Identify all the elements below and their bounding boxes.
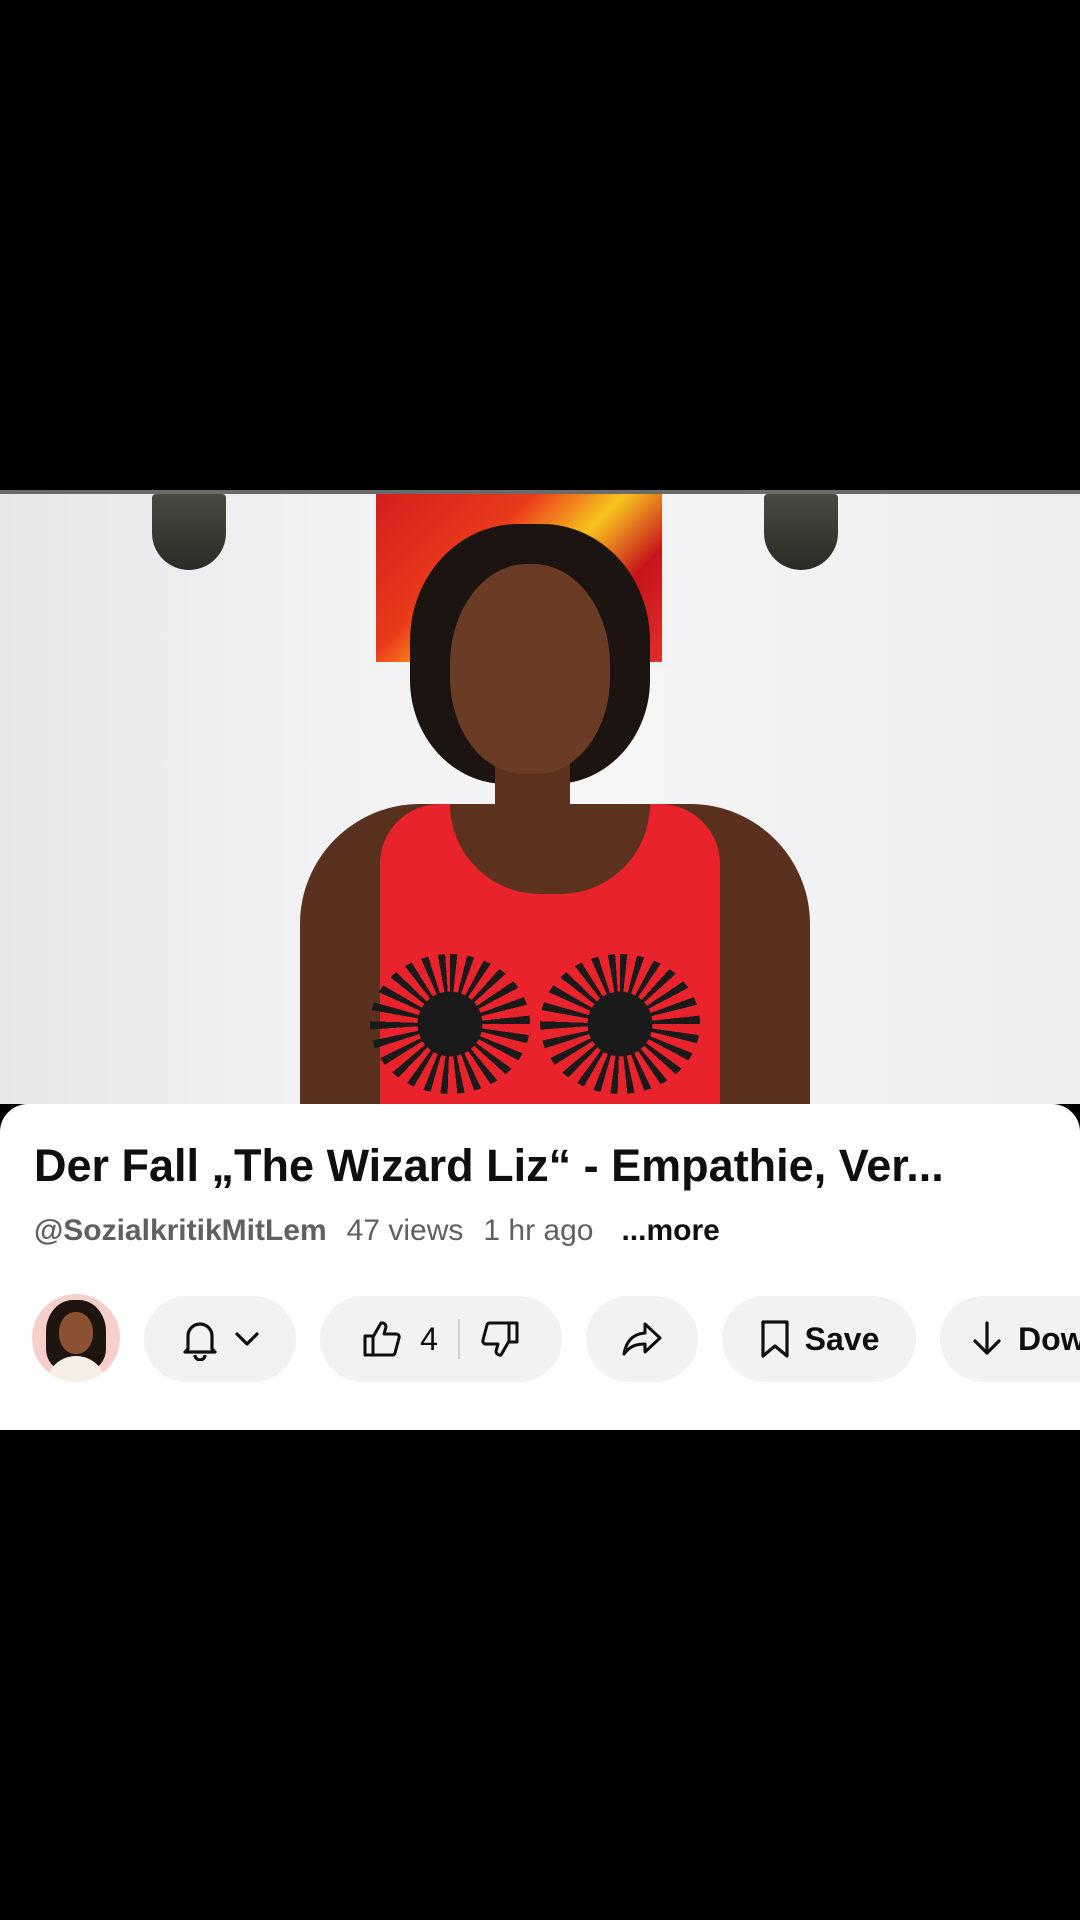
- share-icon: [621, 1321, 663, 1357]
- like-count: 4: [420, 1320, 438, 1357]
- video-info-sheet: Der Fall „The Wizard Liz“ - Empathie, Ve…: [0, 1104, 1080, 1430]
- chevron-down-icon: [234, 1331, 260, 1347]
- thumb-down-icon: [480, 1319, 520, 1359]
- upload-age: 1 hr ago: [483, 1214, 594, 1247]
- video-meta[interactable]: @SozialkritikMitLem 47 views 1 hr ago ..…: [34, 1214, 720, 1248]
- action-bar: 4 Save Dow: [0, 1294, 1080, 1384]
- more-link[interactable]: ...more: [621, 1214, 719, 1248]
- save-button[interactable]: Save: [722, 1296, 916, 1382]
- download-icon: [970, 1320, 1004, 1358]
- presenter: [300, 514, 810, 1104]
- wall-mask-left: [152, 494, 226, 570]
- channel-handle[interactable]: @SozialkritikMitLem: [34, 1214, 327, 1248]
- video-title[interactable]: Der Fall „The Wizard Liz“ - Empathie, Ve…: [34, 1140, 1044, 1192]
- view-count: 47 views: [346, 1214, 464, 1247]
- dislike-button[interactable]: [480, 1319, 520, 1359]
- download-label: Dow: [1018, 1320, 1080, 1357]
- thumb-up-icon: [362, 1319, 402, 1359]
- screen: Der Fall „The Wizard Liz“ - Empathie, Ve…: [0, 0, 1080, 1920]
- share-button[interactable]: [586, 1296, 698, 1382]
- video-player[interactable]: [0, 490, 1080, 1104]
- like-dislike-group: 4: [320, 1296, 562, 1382]
- save-label: Save: [804, 1320, 880, 1357]
- like-divider: [457, 1319, 460, 1359]
- like-button[interactable]: 4: [362, 1319, 438, 1359]
- bookmark-icon: [759, 1319, 791, 1359]
- subscribe-notification-button[interactable]: [144, 1296, 296, 1382]
- channel-avatar[interactable]: [32, 1294, 120, 1382]
- bell-icon: [180, 1317, 220, 1361]
- download-button[interactable]: Dow: [940, 1296, 1080, 1382]
